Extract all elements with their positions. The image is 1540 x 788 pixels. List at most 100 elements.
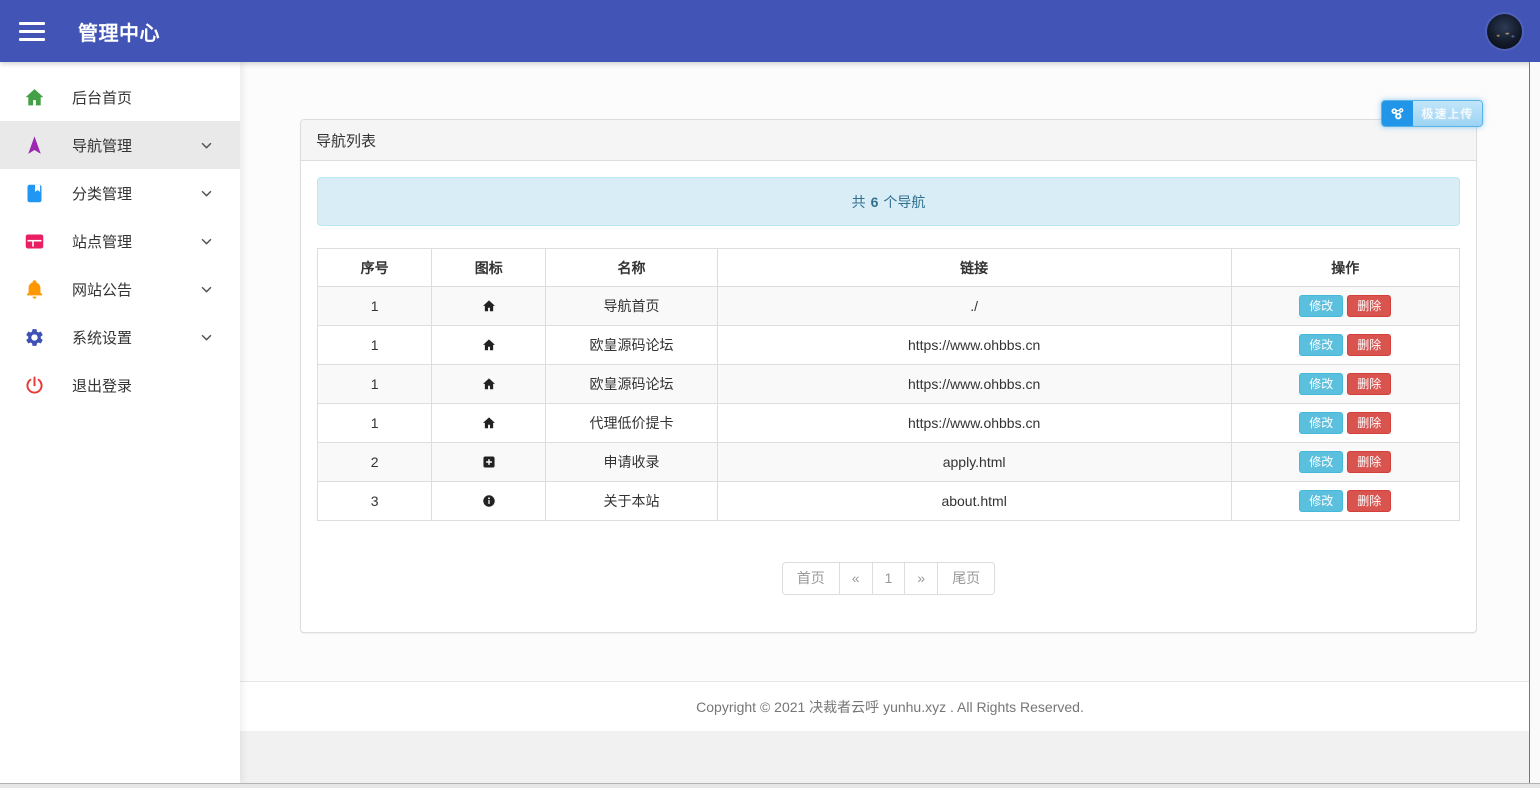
pagination-last[interactable]: 尾页 xyxy=(937,562,995,595)
cell-order: 1 xyxy=(318,404,432,443)
horizontal-scrollbar[interactable] xyxy=(0,783,1540,788)
panel-body: 共 6 个导航 序号 图标 名称 链接 xyxy=(301,161,1476,611)
cell-name: 申请收录 xyxy=(546,443,717,482)
panel-title: 导航列表 xyxy=(316,130,376,151)
location-arrow-icon xyxy=(24,135,45,156)
cell-order: 1 xyxy=(318,326,432,365)
cloud-share-icon xyxy=(1382,101,1413,126)
chevron-down-icon xyxy=(199,234,214,249)
alert-count: 6 xyxy=(871,194,879,210)
sidebar: 后台首页导航管理分类管理站点管理网站公告系统设置退出登录 xyxy=(0,62,240,783)
cell-actions: 修改删除 xyxy=(1231,404,1459,443)
home-icon xyxy=(482,299,496,313)
delete-button[interactable]: 删除 xyxy=(1347,334,1391,356)
sidebar-item-3[interactable]: 站点管理 xyxy=(0,217,240,265)
edit-button[interactable]: 修改 xyxy=(1299,373,1343,395)
cell-actions: 修改删除 xyxy=(1231,326,1459,365)
cell-name: 欧皇源码论坛 xyxy=(546,326,717,365)
sidebar-item-label: 网站公告 xyxy=(72,279,132,300)
cell-icon xyxy=(432,365,546,404)
cell-order: 1 xyxy=(318,365,432,404)
pagination-next[interactable]: » xyxy=(904,562,938,595)
home-icon xyxy=(482,416,496,430)
chevron-down-icon xyxy=(199,186,214,201)
cell-icon xyxy=(432,404,546,443)
cell-link: https://www.ohbbs.cn xyxy=(717,404,1231,443)
delete-button[interactable]: 删除 xyxy=(1347,412,1391,434)
nav-count-alert: 共 6 个导航 xyxy=(317,177,1460,226)
sidebar-item-label: 系统设置 xyxy=(72,327,132,348)
cell-order: 3 xyxy=(318,482,432,521)
plus-square-icon xyxy=(482,455,496,469)
main-content: 极速上传 导航列表 共 6 个导航 xyxy=(240,62,1540,783)
edit-button[interactable]: 修改 xyxy=(1299,295,1343,317)
table-row: 1代理低价提卡https://www.ohbbs.cn修改删除 xyxy=(318,404,1460,443)
pagination-prev[interactable]: « xyxy=(839,562,873,595)
cell-icon xyxy=(432,326,546,365)
cell-link: apply.html xyxy=(717,443,1231,482)
delete-button[interactable]: 删除 xyxy=(1347,295,1391,317)
table-row: 1导航首页./修改删除 xyxy=(318,287,1460,326)
sidebar-item-5[interactable]: 系统设置 xyxy=(0,313,240,361)
edit-button[interactable]: 修改 xyxy=(1299,451,1343,473)
delete-button[interactable]: 删除 xyxy=(1347,373,1391,395)
sidebar-item-4[interactable]: 网站公告 xyxy=(0,265,240,313)
cell-actions: 修改删除 xyxy=(1231,443,1459,482)
cell-actions: 修改删除 xyxy=(1231,365,1459,404)
cell-link: ./ xyxy=(717,287,1231,326)
cell-order: 2 xyxy=(318,443,432,482)
sidebar-item-6[interactable]: 退出登录 xyxy=(0,361,240,409)
alert-suffix: 个导航 xyxy=(883,192,925,212)
cell-actions: 修改删除 xyxy=(1231,287,1459,326)
pagination-first[interactable]: 首页 xyxy=(782,562,840,595)
window-icon xyxy=(24,231,45,252)
edit-button[interactable]: 修改 xyxy=(1299,334,1343,356)
table-row: 1欧皇源码论坛https://www.ohbbs.cn修改删除 xyxy=(318,326,1460,365)
pagination-page-1[interactable]: 1 xyxy=(872,562,906,595)
sidebar-nav: 后台首页导航管理分类管理站点管理网站公告系统设置退出登录 xyxy=(0,73,240,409)
admin-page: 管理中心 后台首页导航管理分类管理站点管理网站公告系统设置退出登录 极速上传 导… xyxy=(0,0,1540,788)
cell-actions: 修改删除 xyxy=(1231,482,1459,521)
table-row: 1欧皇源码论坛https://www.ohbbs.cn修改删除 xyxy=(318,365,1460,404)
footer: Copyright © 2021 决裁者云呼 yunhu.xyz . All R… xyxy=(240,681,1540,731)
sidebar-item-2[interactable]: 分类管理 xyxy=(0,169,240,217)
hamburger-menu-icon[interactable] xyxy=(19,22,45,41)
cell-name: 代理低价提卡 xyxy=(546,404,717,443)
col-header-name: 名称 xyxy=(546,249,717,287)
info-circle-icon xyxy=(482,494,496,508)
quick-upload-button[interactable]: 极速上传 xyxy=(1381,100,1483,127)
bell-icon xyxy=(24,279,45,300)
nav-table: 序号 图标 名称 链接 操作 1导航首页./修改删除1欧皇源码论坛https:/… xyxy=(317,248,1460,521)
vertical-scrollbar[interactable] xyxy=(1529,62,1540,783)
cell-name: 导航首页 xyxy=(546,287,717,326)
gear-icon xyxy=(24,327,45,348)
sidebar-item-1[interactable]: 导航管理 xyxy=(0,121,240,169)
book-icon xyxy=(24,183,45,204)
table-row: 2申请收录apply.html修改删除 xyxy=(318,443,1460,482)
delete-button[interactable]: 删除 xyxy=(1347,451,1391,473)
cell-name: 欧皇源码论坛 xyxy=(546,365,717,404)
edit-button[interactable]: 修改 xyxy=(1299,412,1343,434)
sidebar-item-label: 后台首页 xyxy=(72,87,132,108)
table-row: 3关于本站about.html修改删除 xyxy=(318,482,1460,521)
power-icon xyxy=(24,375,45,396)
panel-header: 导航列表 xyxy=(301,120,1476,161)
sidebar-item-label: 分类管理 xyxy=(72,183,132,204)
top-bar: 管理中心 xyxy=(0,0,1540,62)
cell-link: https://www.ohbbs.cn xyxy=(717,365,1231,404)
page-background xyxy=(240,731,1540,783)
page-title: 管理中心 xyxy=(78,17,160,46)
home-icon xyxy=(482,338,496,352)
cell-icon xyxy=(432,443,546,482)
home-icon xyxy=(24,87,45,108)
col-header-icon: 图标 xyxy=(432,249,546,287)
copyright-text: Copyright © 2021 决裁者云呼 yunhu.xyz . All R… xyxy=(696,697,1084,717)
edit-button[interactable]: 修改 xyxy=(1299,490,1343,512)
delete-button[interactable]: 删除 xyxy=(1347,490,1391,512)
chevron-down-icon xyxy=(199,138,214,153)
pagination-wrapper: 首页 « 1 » 尾页 xyxy=(317,562,1460,595)
cell-link: https://www.ohbbs.cn xyxy=(717,326,1231,365)
pagination: 首页 « 1 » 尾页 xyxy=(782,562,995,595)
avatar[interactable] xyxy=(1487,14,1522,49)
sidebar-item-0[interactable]: 后台首页 xyxy=(0,73,240,121)
